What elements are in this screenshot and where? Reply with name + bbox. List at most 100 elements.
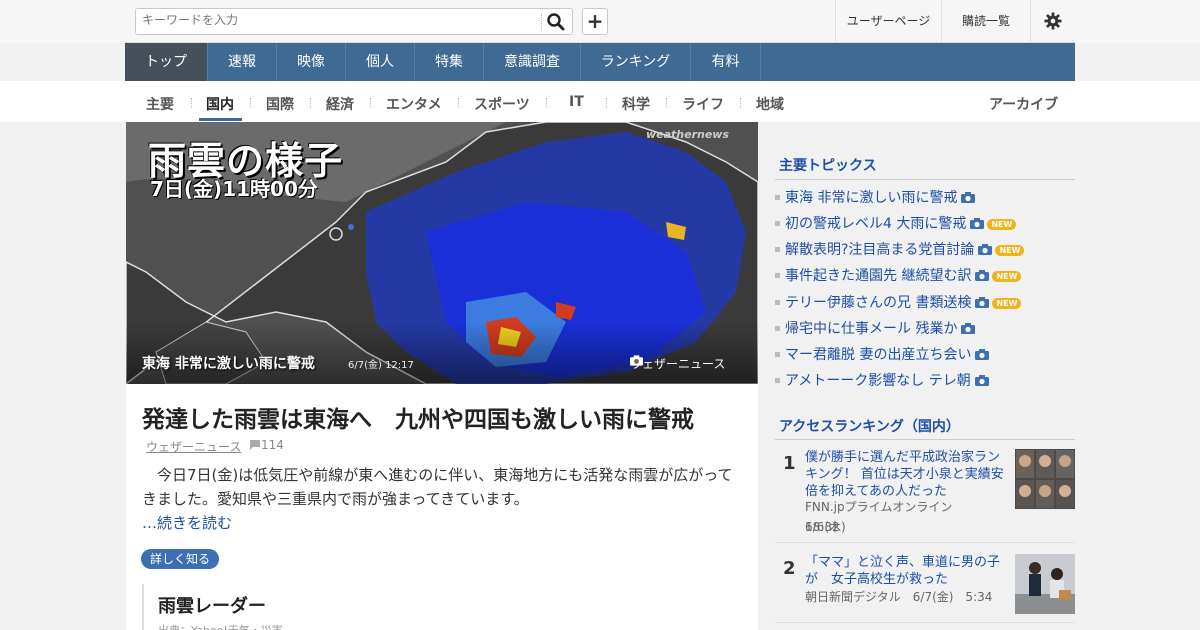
subnav-divider: [458, 98, 459, 108]
bullet: [775, 377, 780, 383]
rank-thumbnail[interactable]: [1015, 449, 1075, 509]
topic-text[interactable]: マー君離脱 妻の出産立ち会い: [785, 347, 971, 363]
article-source[interactable]: ウェザーニュース: [146, 438, 241, 455]
gear-icon[interactable]: [1030, 0, 1075, 43]
hero-credit-text: ウェザーニュース: [630, 357, 726, 371]
hero-caption[interactable]: 東海 非常に激しい雨に警戒: [142, 353, 315, 373]
subnav-active-underline: [199, 118, 242, 121]
politicians-photo: [1015, 449, 1075, 509]
hero-image-subtitle: 7日(金)11時00分: [150, 177, 318, 201]
subnav-life[interactable]: ライフ: [682, 94, 724, 114]
article-body-line: 今日7日(金)は低気圧や前線が東へ進むのに伴い、東海地方にも活発な雨雲が広がって: [157, 466, 733, 484]
subnav-divider: [606, 98, 607, 108]
comment-count-text: 114: [261, 438, 284, 452]
students-photo: [1015, 554, 1075, 614]
nav-ranking[interactable]: ランキング: [581, 43, 691, 81]
subnav-international[interactable]: 国際: [266, 94, 294, 114]
topic-item[interactable]: アメトーーク影響なし テレ朝: [775, 370, 989, 390]
rank-title[interactable]: 「ママ」と泣く声、車道に男の子が 女子高校生が救った: [805, 554, 1007, 588]
topic-text[interactable]: 解散表明?注目高まる党首討論: [785, 242, 974, 258]
topic-text[interactable]: アメトーーク影響なし テレ朝: [785, 373, 971, 389]
topic-text[interactable]: 事件起きた通園先 継続望む訳: [785, 268, 971, 284]
radar-divider: [142, 584, 145, 630]
subnav-sports[interactable]: スポーツ: [474, 94, 530, 114]
new-badge: NEW: [992, 298, 1022, 309]
radar-source: 出典：Yahoo!天気・災害: [158, 622, 283, 630]
search-icon[interactable]: [546, 12, 566, 32]
read-more-link[interactable]: …続きを読む: [142, 512, 232, 533]
user-page-link[interactable]: ユーザーページ: [835, 0, 941, 43]
topic-text[interactable]: 初の警戒レベル4 大雨に警戒: [785, 216, 966, 232]
topic-text[interactable]: 帰宅中に仕事メール 残業か: [785, 321, 957, 337]
add-button[interactable]: +: [582, 8, 608, 35]
subnav-major[interactable]: 主要: [146, 94, 174, 114]
topic-item[interactable]: 初の警戒レベル4 大雨に警戒 NEW: [775, 213, 1017, 233]
bullet: [775, 246, 780, 252]
subnav-divider: [740, 98, 741, 108]
camera-icon: [970, 218, 985, 229]
bullet: [775, 351, 780, 357]
subscriptions-link[interactable]: 購読一覧: [941, 0, 1030, 43]
topic-item[interactable]: テリー伊藤さんの兄 書類送検 NEW: [775, 292, 1022, 312]
bullet: [775, 299, 780, 305]
radar-title[interactable]: 雨雲レーダー: [158, 592, 266, 618]
nav-video[interactable]: 映像: [277, 43, 346, 81]
bullet: [775, 220, 780, 226]
search-box: [135, 8, 573, 35]
rank-number: 1: [783, 453, 796, 474]
nav-breaking[interactable]: 速報: [208, 43, 277, 81]
topic-item[interactable]: 解散表明?注目高まる党首討論 NEW: [775, 239, 1025, 259]
comment-count[interactable]: 114: [249, 438, 284, 452]
nav-features[interactable]: 特集: [415, 43, 484, 81]
camera-icon: [630, 355, 643, 366]
nav-paid[interactable]: 有料: [691, 43, 761, 81]
subnav-entertainment[interactable]: エンタメ: [386, 94, 442, 114]
bullet: [775, 272, 780, 278]
ranking-title[interactable]: アクセスランキング（国内）: [779, 416, 960, 436]
article-headline[interactable]: 発達した雨雲は東海へ 九州や四国も激しい雨に警戒: [142, 400, 694, 434]
camera-icon: [975, 297, 990, 308]
subnav-science[interactable]: 科学: [622, 94, 650, 114]
rank-source: 朝日新聞デジタル 6/7(金) 5:34: [805, 590, 993, 604]
topic-item[interactable]: 東海 非常に激しい雨に警戒: [775, 187, 976, 207]
rank-title[interactable]: 僕が勝手に選んだ平成政治家ランキング！ 首位は天才小泉と実績安倍を抑えてあの人だ…: [805, 449, 1007, 500]
subnav-divider: [250, 98, 251, 108]
bullet: [775, 325, 780, 331]
camera-icon: [961, 192, 976, 203]
topics-divider: [775, 179, 1075, 180]
camera-icon: [974, 375, 989, 386]
subnav-economy[interactable]: 経済: [326, 94, 354, 114]
subnav-local[interactable]: 地域: [756, 94, 784, 114]
search-input[interactable]: [142, 13, 412, 27]
ranking-item[interactable]: 1 僕が勝手に選んだ平成政治家ランキング！ 首位は天才小泉と実績安倍を抑えてあの…: [775, 449, 1075, 539]
topic-text[interactable]: 東海 非常に激しい雨に警戒: [785, 190, 957, 206]
topic-item[interactable]: 事件起きた通園先 継続望む訳 NEW: [775, 265, 1022, 285]
main-nav: トップ 速報 映像 個人 特集 意識調査 ランキング 有料: [125, 43, 1075, 81]
subnav-domestic[interactable]: 国内: [206, 94, 234, 114]
top-bar: + ユーザーページ 購読一覧: [125, 0, 1075, 43]
nav-survey[interactable]: 意識調査: [484, 43, 581, 81]
bullet: [775, 194, 780, 200]
hero-image[interactable]: 雨雲の様子 7日(金)11時00分 weathernews 東海 非常に激しい雨…: [126, 122, 758, 384]
ranking-divider: [775, 439, 1075, 440]
nav-top[interactable]: トップ: [125, 43, 208, 81]
new-badge: NEW: [992, 271, 1022, 282]
subnav-divider: [191, 98, 192, 108]
ranking-item[interactable]: 2 「ママ」と泣く声、車道に男の子が 女子高校生が救った 朝日新聞デジタル 6/…: [775, 554, 1075, 619]
archive-link[interactable]: アーカイブ: [989, 94, 1058, 114]
topic-item[interactable]: 帰宅中に仕事メール 残業か: [775, 318, 976, 338]
weathernews-watermark: weathernews: [646, 128, 730, 141]
camera-icon: [975, 349, 990, 360]
topics-title[interactable]: 主要トピックス: [779, 155, 877, 175]
article-body-line: きました。愛知県や三重県内で雨が強まってきています。: [142, 490, 529, 508]
new-badge: NEW: [995, 245, 1025, 256]
nav-individual[interactable]: 個人: [346, 43, 415, 81]
rank-thumbnail[interactable]: [1015, 554, 1075, 614]
learn-more-button[interactable]: 詳しく知る: [141, 549, 220, 569]
search-divider: [541, 14, 542, 30]
topic-text[interactable]: テリー伊藤さんの兄 書類送検: [785, 295, 971, 311]
article-body: 今日7日(金)は低気圧や前線が東へ進むのに伴い、東海地方にも活発な雨雲が広がって…: [142, 463, 742, 511]
topic-item[interactable]: マー君離脱 妻の出産立ち会い: [775, 344, 990, 364]
subnav-divider: [666, 98, 667, 108]
subnav-it[interactable]: IT: [569, 94, 584, 110]
